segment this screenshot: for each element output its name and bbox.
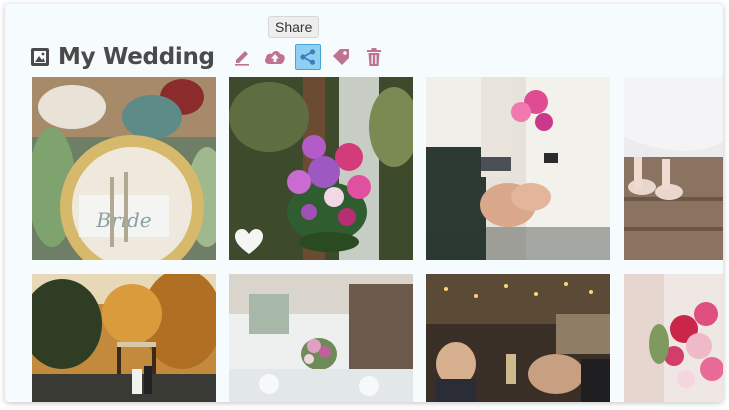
place-card-text: Bride [95,208,151,232]
delete-button[interactable] [361,44,387,70]
tag-icon [332,49,349,65]
photo-bouquet-closeup[interactable] [624,274,723,402]
share-button[interactable] [294,44,321,70]
photo-table-setting[interactable]: Bride [32,77,216,260]
photo-holding-hands[interactable] [426,77,610,260]
trash-icon [366,48,381,66]
photo-reception-table[interactable] [229,274,413,402]
favorite-heart-icon[interactable] [234,228,264,261]
album-image-icon [31,48,49,66]
album-header: My Wedding [30,42,394,72]
share-icon [300,49,315,65]
pencil-icon [234,51,249,66]
share-tooltip: Share [268,16,320,38]
photo-bride-shoes[interactable] [624,77,723,260]
tag-button[interactable] [328,44,354,70]
cloud-upload-icon [264,51,285,64]
upload-button[interactable] [262,44,288,70]
edit-button[interactable] [229,44,255,70]
photo-outdoor-ceremony[interactable] [32,274,216,402]
album-title: My Wedding [58,44,215,70]
photo-toast[interactable] [426,274,610,402]
